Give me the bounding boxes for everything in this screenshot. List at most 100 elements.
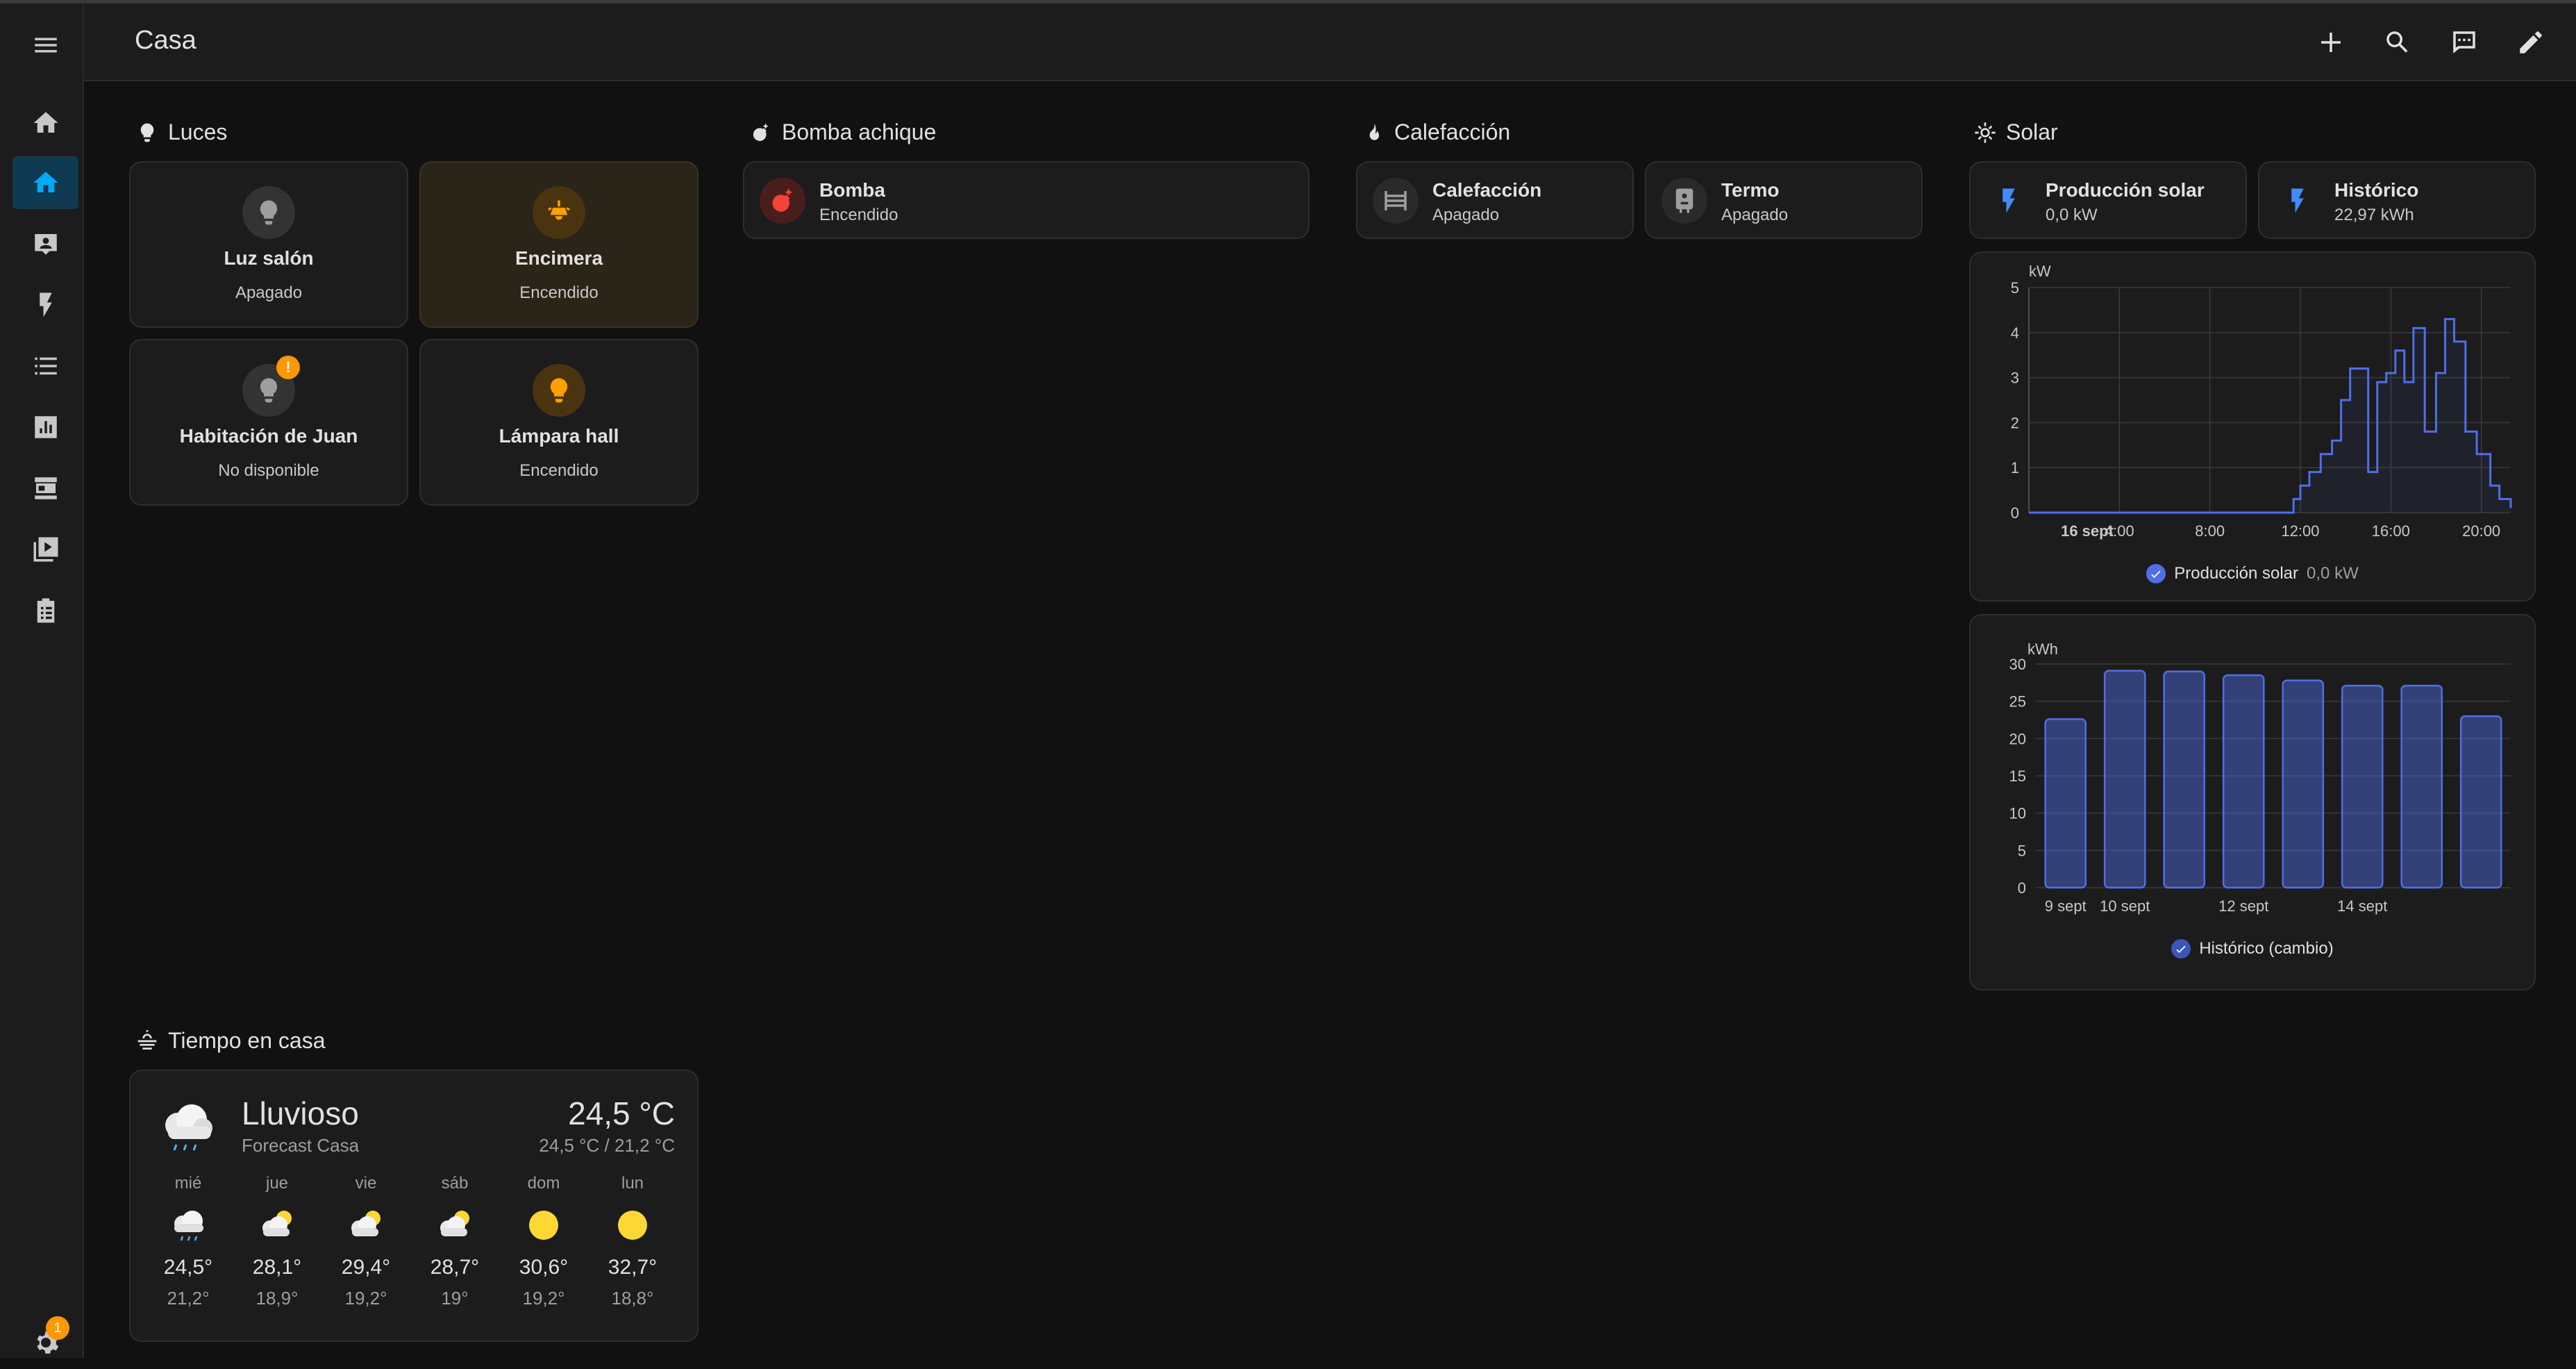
forecast-day-name: jue — [265, 1174, 289, 1193]
tile-name: Calefacción — [1432, 179, 1542, 201]
sidebar-item-energy[interactable] — [12, 279, 78, 331]
add-button[interactable] — [2313, 24, 2349, 60]
bulb-icon — [533, 364, 585, 417]
sidebar-item-logbook[interactable] — [12, 340, 78, 392]
forecast-high: 29,4° — [341, 1256, 391, 1279]
radiator-icon — [1373, 178, 1419, 224]
bar-11-sept — [2163, 670, 2206, 889]
section-heading-calefaccion: Calefacción — [1362, 119, 1510, 145]
x-tick-label: 14 sept — [2337, 897, 2387, 915]
bar-9-sept — [2044, 718, 2087, 889]
solar-production-chart[interactable]: kW01234516 sept4:00 8:00 12:00 16:00 20:00 — [1971, 253, 2534, 558]
y-tick-label: 5 — [2018, 842, 2026, 859]
history-graph-card[interactable]: kW 0 1 2 3 4 5 16 sept 4:00 8:00 12:00 16:00 20:00 P… — [1969, 251, 2536, 601]
forecast-low: 21,2° — [167, 1288, 210, 1309]
bulb-icon — [140, 123, 154, 142]
sidebar-item-casa[interactable] — [12, 156, 78, 209]
light-tile-encimera[interactable]: Encimera Encendido — [419, 161, 699, 328]
weather-forecast-card[interactable]: Lluvioso Forecast Casa 24,5 °C 24,5 °C /… — [129, 1070, 699, 1342]
sidebar-item-history[interactable] — [12, 401, 78, 454]
assist-button[interactable] — [2446, 24, 2482, 60]
tile-historico[interactable]: Histórico 22,97 kWh — [2258, 161, 2536, 239]
chart-legend[interactable]: Producción solar 0,0 kW — [1971, 564, 2534, 583]
section-title: Calefacción — [1394, 119, 1511, 144]
y-tick-label: 5 — [2011, 279, 2019, 297]
y-tick-label: 20 — [2009, 730, 2026, 747]
forecast-high: 28,7° — [430, 1256, 480, 1279]
sidebar-item-map[interactable] — [12, 217, 78, 270]
page-title: Casa — [135, 26, 196, 55]
tile-state: Encendido — [519, 461, 599, 480]
section-title: Luces — [168, 119, 228, 144]
light-tile-lampara-hall[interactable]: Lámpara hall Encendido — [419, 339, 699, 506]
legend-label: Producción solar — [2174, 564, 2299, 583]
tile-state: Encendido — [519, 283, 599, 302]
legend-value: 0,0 kW — [2307, 564, 2359, 583]
check-icon — [2146, 564, 2166, 583]
bomb-icon — [760, 178, 805, 224]
series-area-produccion-solar — [2029, 319, 2511, 513]
light-tile-habitacion-juan[interactable]: ! Habitación de Juan No disponible — [129, 339, 408, 506]
flash-icon — [39, 292, 52, 317]
tile-name: Lámpara hall — [499, 425, 619, 447]
water-boiler-icon — [1662, 178, 1707, 224]
tile-calefaccion[interactable]: Calefacción Apagado — [1356, 161, 1634, 239]
sidebar-item-overview[interactable] — [12, 97, 78, 149]
historico-bar-chart[interactable]: kWh 0 5 10 15 20 25 30 9 sept 10 sept 12 sept 14 se… — [1971, 615, 2534, 942]
y-tick-label: 3 — [2011, 370, 2019, 387]
y-tick-label: 10 — [2009, 805, 2026, 822]
section-title: Tiempo en casa — [168, 1028, 326, 1053]
sidebar-item-media[interactable] — [12, 523, 78, 576]
tile-state: Apagado — [1432, 206, 1500, 224]
x-tick-label: 10 sept — [2100, 897, 2150, 915]
statistics-graph-card[interactable]: kWh 0 5 10 15 20 25 30 9 sept 10 sept 12 sept 14 se… — [1969, 614, 2536, 990]
x-tick-label: 9 sept — [2045, 897, 2086, 915]
list-icon — [34, 357, 57, 375]
fire-icon — [1369, 123, 1379, 140]
check-icon — [2171, 939, 2191, 959]
y-tick-label: 1 — [2011, 459, 2019, 476]
forecast-high: 24,5° — [163, 1256, 213, 1279]
forecast-day-name: vie — [355, 1174, 377, 1193]
search-button[interactable] — [2380, 24, 2416, 60]
y-tick-label: 4 — [2011, 324, 2019, 342]
edit-button[interactable] — [2513, 24, 2549, 60]
tile-name: Bomba — [819, 179, 885, 201]
x-tick-label: 12 sept — [2218, 897, 2268, 915]
tile-name: Producción solar — [2046, 179, 2205, 201]
weather-temperature: 24,5 °C — [568, 1095, 675, 1131]
tile-name: Termo — [1721, 179, 1780, 201]
weather-entity-name: Forecast Casa — [242, 1135, 360, 1156]
plus-icon — [2321, 33, 2341, 52]
section-heading-luces: Luces — [136, 119, 227, 145]
unavailable-badge: ! — [276, 356, 300, 379]
y-tick-label: 15 — [2009, 768, 2026, 785]
sidebar-item-hacs[interactable] — [12, 462, 78, 515]
x-tick-label: 4:00 — [2105, 522, 2134, 540]
tile-name: Habitación de Juan — [179, 425, 358, 447]
forecast-day: jue 28,1° 18,9° — [239, 1174, 315, 1309]
tile-name: Luz salón — [224, 247, 314, 269]
tile-produccion-solar[interactable]: Producción solar 0,0 kW — [1969, 161, 2247, 239]
forecast-high: 28,1° — [252, 1256, 302, 1279]
flash-icon — [2275, 178, 2320, 224]
sunny-icon — [594, 1200, 671, 1250]
bomb-icon — [753, 123, 769, 141]
x-tick-label: 12:00 — [2281, 522, 2319, 540]
chart-legend[interactable]: Histórico (cambio) — [1971, 939, 2534, 959]
tile-bomba[interactable]: Bomba Encendido — [743, 161, 1310, 239]
tile-termo[interactable]: Termo Apagado — [1645, 161, 1923, 239]
bulb-icon — [242, 186, 295, 239]
light-tile-luz-salon[interactable]: Luz salón Apagado — [129, 161, 408, 328]
bar-14-sept — [2341, 684, 2384, 889]
bar-16-sept — [2459, 715, 2502, 889]
y-tick-label: 30 — [2009, 656, 2026, 673]
sidebar-item-todo[interactable] — [12, 584, 78, 637]
menu-icon[interactable] — [12, 19, 78, 72]
chart-box-icon — [34, 416, 57, 438]
y-axis-unit: kWh — [2027, 640, 2058, 658]
tile-name: Encimera — [515, 247, 603, 269]
top-header: Casa — [84, 3, 2576, 81]
forecast-high: 30,6° — [519, 1256, 569, 1279]
weather-temp-range: 24,5 °C / 21,2 °C — [539, 1135, 675, 1156]
